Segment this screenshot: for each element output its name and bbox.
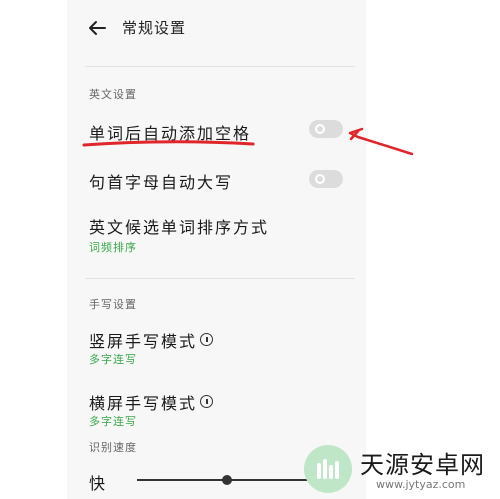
annotation-underline — [82, 140, 255, 147]
watermark-name: 天源安卓网 — [360, 451, 485, 479]
annotation-arrow — [348, 127, 414, 156]
android-logo-icon — [304, 445, 352, 493]
watermark: 天源安卓网 www.jytyaz.com — [296, 441, 500, 499]
watermark-url: www.jytyaz.com — [376, 478, 466, 491]
annotation-overlay — [82, 127, 414, 156]
